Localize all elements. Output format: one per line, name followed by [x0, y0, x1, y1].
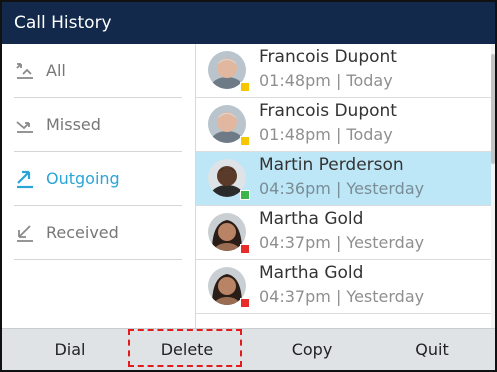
call-row[interactable]: Francois Dupont 01:48pm | Today: [196, 98, 491, 152]
call-row[interactable]: Martha Gold 04:37pm | Yesterday: [196, 206, 491, 260]
screen-title: Call History: [14, 13, 112, 33]
missed-call-icon: [16, 121, 33, 133]
call-time: 04:37pm | Yesterday: [259, 233, 425, 252]
filter-missed[interactable]: Missed: [14, 98, 182, 152]
presence-indicator: [240, 190, 250, 200]
call-row[interactable]: Martha Gold 04:37pm | Yesterday: [196, 260, 491, 314]
call-time: 04:37pm | Yesterday: [259, 287, 425, 306]
call-row[interactable]: Francois Dupont 01:48pm | Today: [196, 44, 491, 98]
delete-button[interactable]: Delete: [136, 329, 238, 370]
filter-sidebar: All Missed Outgoing Received: [2, 44, 195, 328]
contact-name: Martha Gold: [259, 263, 364, 283]
contact-name: Francois Dupont: [259, 47, 397, 67]
filter-outgoing[interactable]: Outgoing: [14, 152, 182, 206]
phone-screen: Call History All Missed Outgoing Receive…: [0, 0, 497, 372]
copy-button[interactable]: Copy: [262, 329, 362, 370]
filter-label: Outgoing: [46, 169, 120, 188]
contact-name: Martha Gold: [259, 209, 364, 229]
scrollbar-thumb[interactable]: [491, 54, 495, 164]
all-calls-icon: [16, 63, 33, 79]
presence-indicator: [240, 298, 250, 308]
filter-received[interactable]: Received: [14, 206, 182, 260]
quit-button[interactable]: Quit: [382, 329, 482, 370]
softkey-bar: Dial Delete Copy Quit: [2, 328, 495, 370]
filter-all[interactable]: All: [14, 44, 182, 98]
filter-label: Received: [46, 223, 119, 242]
presence-indicator: [240, 82, 250, 92]
filter-label: Missed: [46, 115, 101, 134]
scrollbar[interactable]: [491, 44, 495, 328]
contact-name: Francois Dupont: [259, 101, 397, 121]
call-time: 04:36pm | Yesterday: [259, 179, 425, 198]
received-call-icon: [17, 225, 33, 242]
presence-indicator: [240, 136, 250, 146]
call-row-selected[interactable]: Martin Perderson 04:36pm | Yesterday: [196, 152, 491, 206]
call-list: Francois Dupont 01:48pm | Today Francois…: [196, 44, 491, 328]
outgoing-call-icon: [17, 170, 33, 189]
title-bar: Call History: [2, 2, 495, 44]
call-time: 01:48pm | Today: [259, 71, 393, 90]
contact-name: Martin Perderson: [259, 155, 404, 175]
presence-indicator: [240, 244, 250, 254]
call-time: 01:48pm | Today: [259, 125, 393, 144]
dial-button[interactable]: Dial: [20, 329, 120, 370]
filter-label: All: [46, 61, 66, 80]
